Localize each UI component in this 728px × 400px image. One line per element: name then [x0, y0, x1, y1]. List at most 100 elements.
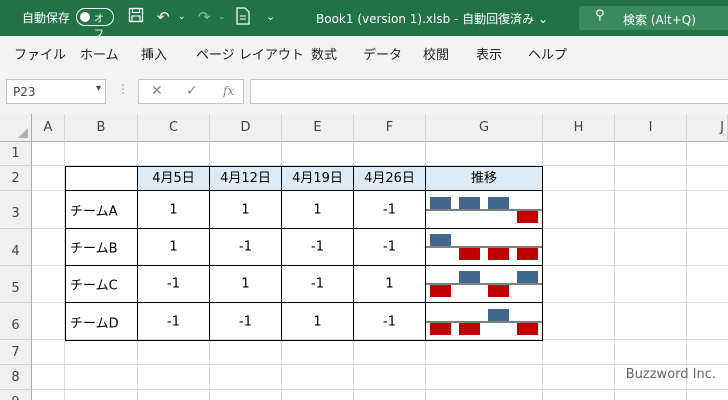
row-header-2[interactable]: 2 — [0, 166, 32, 191]
row-header-5[interactable]: 5 — [0, 266, 32, 303]
formula-input[interactable] — [250, 79, 728, 104]
value-cell[interactable]: -1 — [210, 229, 282, 266]
select-all-triangle-icon — [18, 128, 28, 138]
document-title[interactable]: Book1 (version 1).xlsb - 自動回復済み ⌄ — [316, 10, 548, 27]
value-cell[interactable]: -1 — [138, 266, 210, 303]
tab-help[interactable]: ヘルプ — [528, 44, 567, 63]
trend-header[interactable]: 推移 — [426, 167, 543, 191]
value-text: -1 — [311, 276, 324, 292]
search-label: 検索 (Alt+Q) — [623, 13, 696, 27]
name-box[interactable]: P23 ▾ — [6, 79, 106, 104]
redo-icon[interactable]: ↷ — [198, 7, 211, 27]
autosave-label: 自動保存 — [22, 11, 71, 25]
undo-dropdown-icon[interactable]: ⌄ — [178, 7, 186, 27]
winloss-sparkline-cell[interactable] — [426, 303, 543, 341]
column-header-e[interactable]: E — [282, 114, 354, 142]
value-cell[interactable]: -1 — [354, 191, 426, 229]
value-text: -1 — [239, 314, 252, 329]
formula-bar: P23 ▾ ⋮ ✕ ✓ fx — [0, 66, 728, 115]
value-cell[interactable]: 1 — [138, 229, 210, 266]
enter-icon[interactable]: ✓ — [186, 83, 198, 99]
chevron-down-icon[interactable]: ▾ — [96, 83, 101, 94]
tab-page-layout[interactable]: ページ レイアウト — [196, 44, 304, 63]
tab-file[interactable]: ファイル — [14, 44, 66, 63]
tab-data[interactable]: データ — [363, 44, 402, 63]
team-name: チームA — [70, 204, 118, 219]
redo-dropdown-icon[interactable]: ⌄ — [218, 7, 226, 27]
win-bar — [517, 271, 538, 283]
team-name-cell[interactable]: チームD — [66, 303, 138, 341]
value-cell[interactable]: -1 — [354, 303, 426, 341]
column-header-c[interactable]: C — [138, 114, 210, 142]
date-header-3[interactable]: 4月19日 — [282, 167, 354, 191]
document-icon[interactable] — [235, 7, 251, 30]
drag-handle-icon[interactable]: ⋮ — [117, 82, 129, 96]
value-cell[interactable]: -1 — [282, 266, 354, 303]
loss-bar — [459, 248, 480, 260]
column-header-a[interactable]: A — [32, 114, 65, 142]
row-header-8[interactable]: 8 — [0, 365, 32, 390]
value-text: 1 — [169, 239, 178, 255]
autosave-toggle[interactable]: オフ — [76, 8, 114, 40]
win-bar — [488, 309, 509, 321]
winloss-sparkline — [426, 309, 542, 335]
value-cell[interactable]: -1 — [138, 303, 210, 341]
team-name-cell[interactable]: チームB — [66, 229, 138, 266]
column-header-h[interactable]: H — [543, 114, 615, 142]
tab-review[interactable]: 校閲 — [423, 44, 449, 63]
value-cell[interactable]: 1 — [354, 266, 426, 303]
date-header-2[interactable]: 4月12日 — [210, 167, 282, 191]
tab-formulas[interactable]: 数式 — [311, 44, 337, 63]
value-cell[interactable]: 1 — [282, 303, 354, 341]
team-name-cell[interactable]: チームA — [66, 191, 138, 229]
date-header-1[interactable]: 4月5日 — [138, 167, 210, 191]
value-text: 1 — [241, 276, 250, 292]
value-cell[interactable]: 1 — [138, 191, 210, 229]
value-cell[interactable]: 1 — [210, 266, 282, 303]
column-header-g[interactable]: G — [426, 114, 543, 142]
column-header-i[interactable]: I — [615, 114, 687, 142]
column-header-b[interactable]: B — [65, 114, 138, 142]
winloss-sparkline-cell[interactable] — [426, 229, 543, 266]
cancel-icon[interactable]: ✕ — [151, 83, 163, 99]
value-cell[interactable]: -1 — [210, 303, 282, 341]
tab-home[interactable]: ホーム — [80, 44, 119, 63]
insert-function-icon[interactable]: fx — [223, 84, 234, 98]
row-header-1[interactable]: 1 — [0, 142, 32, 166]
value-text: 1 — [241, 202, 250, 217]
ribbon-tabs: ファイル ホーム 挿入 ページ レイアウト 数式 データ 校閲 表示 ヘルプ — [0, 36, 728, 66]
worksheet-grid[interactable]: A B C D E F G H I J 1 2 3 4 5 6 7 8 9 4月… — [0, 114, 728, 400]
win-bar — [459, 197, 480, 209]
row-header-4[interactable]: 4 — [0, 229, 32, 266]
row-header-9[interactable]: 9 — [0, 390, 32, 400]
value-cell[interactable]: 1 — [282, 191, 354, 229]
win-bar — [488, 197, 509, 209]
row-header-3[interactable]: 3 — [0, 191, 32, 229]
column-header-d[interactable]: D — [210, 114, 282, 142]
value-text: -1 — [383, 202, 396, 217]
value-cell[interactable]: 1 — [210, 191, 282, 229]
save-icon[interactable] — [128, 7, 144, 28]
select-all-button[interactable] — [0, 114, 32, 142]
toggle-knob — [80, 12, 90, 22]
undo-icon[interactable]: ↶ — [157, 7, 170, 27]
title-bar: 自動保存 オフ ↶ ⌄ ↷ ⌄ ⌄ Book1 (version 1).xlsb… — [0, 0, 728, 40]
search-box[interactable]: ⚲ 検索 (Alt+Q) — [579, 6, 728, 30]
row-header-7[interactable]: 7 — [0, 340, 32, 365]
cell-b2[interactable] — [66, 167, 138, 191]
value-cell[interactable]: -1 — [282, 229, 354, 266]
column-header-j[interactable]: J — [687, 114, 728, 142]
loss-bar — [488, 248, 509, 260]
tab-insert[interactable]: 挿入 — [141, 44, 167, 63]
team-name-cell[interactable]: チームC — [66, 266, 138, 303]
winloss-sparkline-cell[interactable] — [426, 191, 543, 229]
winloss-sparkline — [426, 197, 542, 223]
date-header-4[interactable]: 4月26日 — [354, 167, 426, 191]
winloss-sparkline-cell[interactable] — [426, 266, 543, 303]
value-cell[interactable]: -1 — [354, 229, 426, 266]
tab-view[interactable]: 表示 — [476, 44, 502, 63]
gridline — [32, 389, 728, 390]
row-header-6[interactable]: 6 — [0, 303, 32, 340]
customize-toolbar-icon[interactable]: ⌄ — [266, 7, 275, 27]
column-header-f[interactable]: F — [354, 114, 426, 142]
